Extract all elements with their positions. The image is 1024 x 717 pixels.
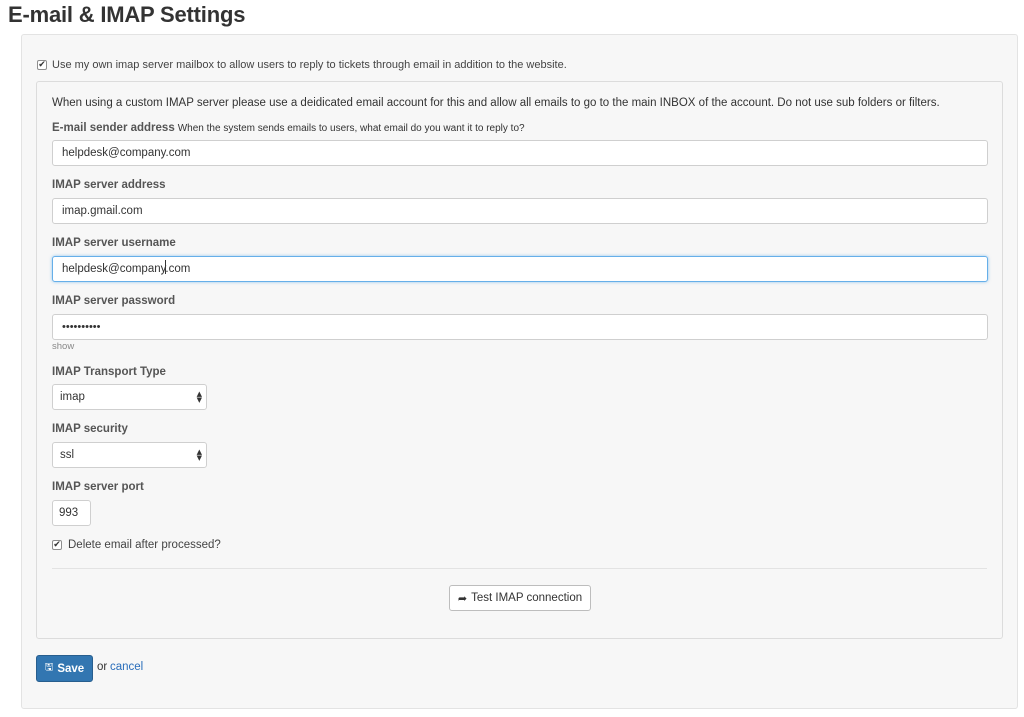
server-username-input[interactable]: helpdesk@company.com [52, 256, 988, 282]
test-imap-connection-label: Test IMAP connection [471, 592, 583, 604]
sender-address-input[interactable]: helpdesk@company.com [52, 140, 988, 166]
sender-address-label: E-mail sender address When the system sen… [52, 122, 525, 134]
own-server-checkbox[interactable]: ✔ [37, 60, 47, 70]
transport-type-label: IMAP Transport Type [52, 366, 166, 378]
delete-email-label[interactable]: Delete email after processed? [68, 539, 221, 551]
server-address-input[interactable]: imap.gmail.com [52, 198, 988, 224]
form-divider [52, 568, 987, 569]
username-text-before-caret: helpdesk@company [62, 263, 167, 275]
save-button[interactable]: 🖫 Save [36, 655, 93, 682]
security-select[interactable]: ssl ▲ ▼ [52, 442, 207, 468]
or-text: or [97, 661, 108, 673]
security-label: IMAP security [52, 423, 128, 435]
test-imap-connection-button[interactable]: ➦ Test IMAP connection [449, 585, 591, 611]
sender-address-hint: When the system sends emails to users, w… [177, 123, 525, 134]
password-mask: •••••••••• [62, 321, 101, 333]
own-server-label[interactable]: Use my own imap server mailbox to allow … [52, 59, 567, 71]
select-arrows-icon: ▲ ▼ [196, 390, 202, 404]
username-text-after-caret: .com [165, 263, 191, 275]
transport-type-select[interactable]: imap ▲ ▼ [52, 384, 207, 410]
select-arrows-icon: ▲ ▼ [196, 448, 202, 462]
show-password-link[interactable]: show [52, 341, 74, 352]
save-label: Save [57, 662, 85, 675]
server-port-input[interactable]: 993 [52, 500, 91, 526]
transport-type-value: imap [60, 391, 85, 403]
sender-address-label-text: E-mail sender address [52, 122, 175, 134]
page-title: E-mail & IMAP Settings [8, 2, 246, 27]
security-value: ssl [60, 449, 75, 461]
server-password-label: IMAP server password [52, 295, 176, 307]
share-arrow-icon: ➦ [457, 591, 468, 605]
imap-usage-note: When using a custom IMAP server please u… [52, 97, 940, 109]
server-username-label: IMAP server username [52, 237, 176, 249]
cancel-link[interactable]: cancel [110, 661, 143, 673]
server-address-label: IMAP server address [52, 179, 166, 191]
server-password-input[interactable]: •••••••••• [52, 314, 988, 340]
floppy-disk-icon: 🖫 [44, 662, 54, 673]
server-port-label: IMAP server port [52, 481, 144, 493]
delete-email-checkbox[interactable]: ✔ [52, 540, 62, 550]
